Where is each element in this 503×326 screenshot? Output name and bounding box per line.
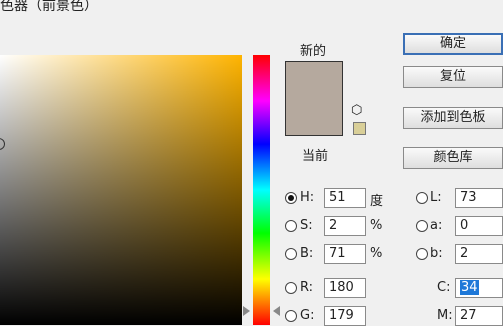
radio-h[interactable] <box>285 192 297 204</box>
color-libraries-button[interactable]: 颜色库 <box>403 147 503 169</box>
b-label: B: <box>300 246 314 261</box>
hue-slider[interactable] <box>253 55 270 325</box>
hue-slider-left-arrow-icon[interactable] <box>243 306 250 316</box>
websafe-color-swatch[interactable] <box>353 122 366 135</box>
hue-slider-right-arrow-icon[interactable] <box>273 306 280 316</box>
current-color-label: 当前 <box>302 149 329 164</box>
c-label: C: <box>437 280 451 295</box>
dialog-title: 色器（前景色） <box>0 0 98 14</box>
ok-button[interactable]: 确定 <box>403 33 503 55</box>
l-input[interactable]: 73 <box>455 188 503 208</box>
lab-b-label: b: <box>430 246 443 261</box>
g-input[interactable]: 179 <box>324 306 366 326</box>
color-field[interactable] <box>0 55 242 325</box>
a-label: a: <box>430 218 443 233</box>
new-color-swatch <box>285 61 343 136</box>
m-input[interactable]: 27 <box>455 306 503 326</box>
radio-b[interactable] <box>285 248 297 260</box>
r-input[interactable]: 180 <box>324 278 366 298</box>
a-input[interactable]: 0 <box>455 216 503 236</box>
lab-b-input[interactable]: 2 <box>455 244 503 264</box>
m-label: M: <box>437 308 453 323</box>
new-color-label: 新的 <box>300 44 327 59</box>
add-to-swatches-button[interactable]: 添加到色板 <box>403 107 503 129</box>
reset-button[interactable]: 复位 <box>403 66 503 88</box>
radio-a[interactable] <box>416 220 428 232</box>
b-unit: % <box>370 246 383 261</box>
r-label: R: <box>300 280 314 295</box>
radio-g[interactable] <box>285 310 297 322</box>
g-label: G: <box>300 308 315 323</box>
radio-r[interactable] <box>285 282 297 294</box>
b-input[interactable]: 71 <box>324 244 366 264</box>
radio-lab-b[interactable] <box>416 248 428 260</box>
c-input[interactable]: 34 <box>455 278 503 298</box>
h-input[interactable]: 51 <box>324 188 366 208</box>
c-value: 34 <box>460 280 479 295</box>
h-label: H: <box>300 190 315 205</box>
l-label: L: <box>430 190 442 205</box>
radio-s[interactable] <box>285 220 297 232</box>
s-label: S: <box>300 218 313 233</box>
s-input[interactable]: 2 <box>324 216 366 236</box>
s-unit: % <box>370 218 383 233</box>
radio-l[interactable] <box>416 192 428 204</box>
h-unit: 度 <box>370 194 384 209</box>
cube-icon[interactable]: ⬡ <box>351 104 362 118</box>
